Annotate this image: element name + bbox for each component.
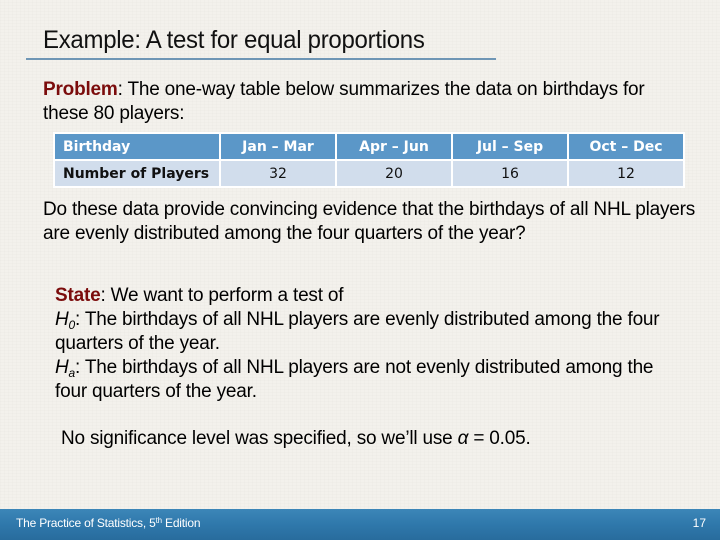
table-row: Number of Players 32 20 16 12 xyxy=(55,161,683,186)
null-hypothesis-symbol: H0 xyxy=(55,309,75,331)
h-symbol: H xyxy=(55,309,69,330)
table-column-header: Apr – Jun xyxy=(337,134,451,159)
question-paragraph: Do these data provide convincing evidenc… xyxy=(43,199,696,244)
alpha-symbol: α xyxy=(457,428,469,449)
problem-label: Problem xyxy=(43,79,118,100)
book-title-edition: Edition xyxy=(161,516,201,530)
birthday-table: Birthday Jan – Mar Apr – Jun Jul – Sep O… xyxy=(53,132,685,188)
problem-text: : The one-way table below summarizes the… xyxy=(43,79,645,124)
table-cell: 32 xyxy=(221,161,335,186)
alt-hypothesis-text: : The birthdays of all NHL players are n… xyxy=(55,357,654,402)
table-cell: 16 xyxy=(453,161,567,186)
table-row-header: Number of Players xyxy=(55,161,219,186)
title-underline xyxy=(26,58,496,60)
book-title-main: The Practice of Statistics, 5 xyxy=(16,516,156,530)
alt-hypothesis-symbol: Ha xyxy=(55,357,75,379)
table-column-header: Jul – Sep xyxy=(453,134,567,159)
null-hypothesis-text: : The birthdays of all NHL players are e… xyxy=(55,309,660,354)
footer-bar: The Practice of Statistics, 5th Edition … xyxy=(0,509,720,540)
significance-text: No significance level was specified, so … xyxy=(61,428,458,449)
book-title: The Practice of Statistics, 5th Edition xyxy=(16,516,201,530)
page-number: 17 xyxy=(692,516,706,530)
table-column-header: Oct – Dec xyxy=(569,134,683,159)
table-column-header: Jan – Mar xyxy=(221,134,335,159)
table-cell: 20 xyxy=(337,161,451,186)
problem-paragraph: Problem: The one-way table below summari… xyxy=(43,78,683,126)
table-row-header: Birthday xyxy=(55,134,219,159)
table-header-row: Birthday Jan – Mar Apr – Jun Jul – Sep O… xyxy=(55,134,683,159)
significance-paragraph: No significance level was specified, so … xyxy=(61,427,531,451)
state-label: State xyxy=(55,285,101,306)
significance-value: = 0.05. xyxy=(468,428,531,449)
table-cell: 12 xyxy=(569,161,683,186)
slide-title: Example: A test for equal proportions xyxy=(43,26,425,54)
h-symbol: H xyxy=(55,357,69,378)
state-intro: : We want to perform a test of xyxy=(100,285,344,306)
state-paragraph: State: We want to perform a test of H0: … xyxy=(55,284,675,404)
